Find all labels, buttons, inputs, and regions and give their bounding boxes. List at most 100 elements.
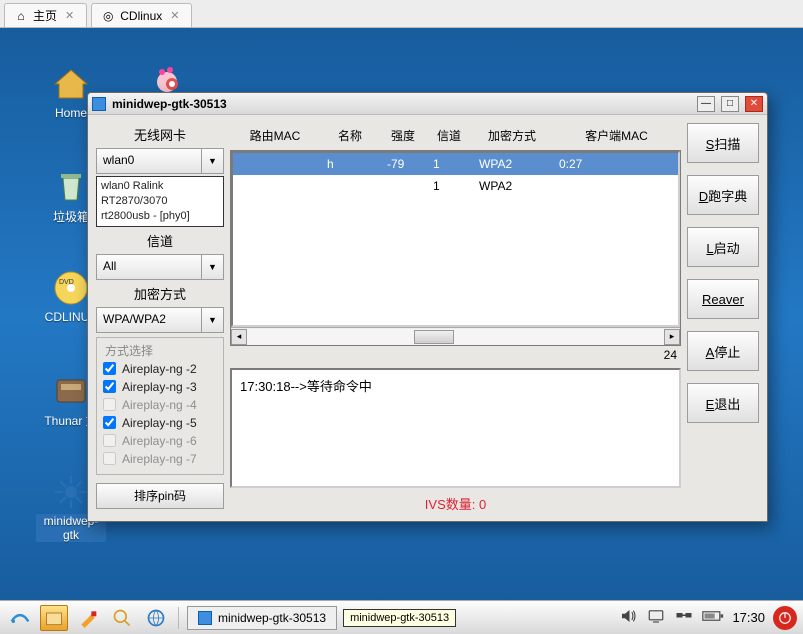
- chevron-down-icon: ▼: [201, 149, 223, 173]
- network-icon[interactable]: [674, 607, 694, 628]
- launch-button[interactable]: L启动: [687, 227, 759, 267]
- exit-button[interactable]: E退出: [687, 383, 759, 423]
- table-row[interactable]: h-791WPA20:27: [233, 153, 678, 175]
- method-label: Aireplay-ng -5: [122, 416, 197, 430]
- cd-icon: ◎: [102, 10, 114, 22]
- search-icon[interactable]: [108, 605, 136, 631]
- close-button[interactable]: ✕: [745, 96, 763, 112]
- cell: -79: [383, 157, 429, 171]
- checkbox[interactable]: [103, 362, 116, 375]
- close-icon[interactable]: ✕: [63, 9, 76, 22]
- right-panel: S扫描 D跑字典 L启动 Reaver A停止 E退出: [687, 123, 759, 513]
- cell: h: [323, 157, 383, 171]
- show-desktop-icon[interactable]: [40, 605, 68, 631]
- wlan-label: 无线网卡: [96, 123, 224, 146]
- clock[interactable]: 17:30: [732, 610, 765, 625]
- editor-icon[interactable]: [74, 605, 102, 631]
- combo-value: WPA/WPA2: [97, 308, 201, 332]
- col-channel: 信道: [426, 127, 472, 144]
- home-icon: ⌂: [15, 10, 27, 22]
- chevron-down-icon: ▼: [201, 255, 223, 279]
- taskbar-app-button[interactable]: minidwep-gtk-30513: [187, 606, 337, 630]
- svg-text:DVD: DVD: [59, 279, 74, 286]
- sort-pin-button[interactable]: 排序pin码: [96, 483, 224, 509]
- table-header: 路由MAC 名称 强度 信道 加密方式 客户端MAC: [230, 123, 681, 150]
- methods-fieldset: 方式选择 Aireplay-ng -2 Aireplay-ng -3 Airepla…: [96, 337, 224, 475]
- dictionary-button[interactable]: D跑字典: [687, 175, 759, 215]
- method-checkbox[interactable]: Aireplay-ng -3: [103, 378, 217, 396]
- cell: 1: [429, 179, 475, 193]
- browser-icon[interactable]: [142, 605, 170, 631]
- thunar-icon: [51, 370, 91, 410]
- scroll-thumb[interactable]: [414, 330, 454, 344]
- stop-button[interactable]: A停止: [687, 331, 759, 371]
- center-panel: 路由MAC 名称 强度 信道 加密方式 客户端MAC h-791WPA20:27…: [230, 123, 681, 513]
- minimize-button[interactable]: —: [697, 96, 715, 112]
- titlebar[interactable]: minidwep-gtk-30513 — □ ✕: [88, 93, 767, 115]
- method-label: Aireplay-ng -4: [122, 398, 197, 412]
- minidwep-icon: [51, 472, 91, 512]
- fieldset-legend: 方式选择: [103, 342, 155, 359]
- system-tray: 17:30: [618, 606, 797, 630]
- channel-label: 信道: [96, 229, 224, 252]
- app-window: minidwep-gtk-30513 — □ ✕ 无线网卡 wlan0▼ wla…: [87, 92, 768, 522]
- method-label: Aireplay-ng -6: [122, 434, 197, 448]
- col-name: 名称: [320, 127, 380, 144]
- scan-button[interactable]: S扫描: [687, 123, 759, 163]
- method-checkbox[interactable]: Aireplay-ng -2: [103, 360, 217, 378]
- checkbox: [103, 398, 116, 411]
- app-icon: [198, 611, 212, 625]
- power-button[interactable]: [773, 606, 797, 630]
- close-icon[interactable]: ✕: [168, 9, 181, 22]
- method-label: Aireplay-ng -7: [122, 452, 197, 466]
- method-checkbox: Aireplay-ng -6: [103, 432, 217, 450]
- separator: [178, 607, 179, 629]
- app-icon: [92, 97, 106, 111]
- method-label: Aireplay-ng -3: [122, 380, 197, 394]
- log-output: 17:30:18-->等待命令中: [230, 368, 681, 488]
- ivs-count: IVS数量: 0: [230, 488, 681, 513]
- method-checkbox[interactable]: Aireplay-ng -5: [103, 414, 217, 432]
- cell: WPA2: [475, 157, 555, 171]
- wlan-dropdown-list[interactable]: wlan0 Ralink RT2870/3070 rt2800usb - [ph…: [96, 176, 224, 227]
- tab-label: CDlinux: [120, 9, 162, 23]
- cell: 1: [429, 157, 475, 171]
- table-body[interactable]: h-791WPA20:271WPA2: [231, 151, 680, 327]
- tab-home[interactable]: ⌂ 主页 ✕: [4, 3, 87, 27]
- table-row[interactable]: 1WPA2: [233, 175, 678, 197]
- scroll-left-icon[interactable]: ◂: [231, 329, 247, 345]
- display-icon[interactable]: [646, 607, 666, 628]
- combo-value: wlan0: [97, 149, 201, 173]
- wlan-combo[interactable]: wlan0▼: [96, 148, 224, 174]
- cd-icon: DVD: [51, 268, 91, 308]
- tab-cdlinux[interactable]: ◎ CDlinux ✕: [91, 3, 192, 27]
- scroll-track[interactable]: [247, 329, 664, 345]
- volume-icon[interactable]: [618, 607, 638, 628]
- taskbar: minidwep-gtk-30513 minidwep-gtk-30513 17…: [0, 600, 803, 634]
- checkbox[interactable]: [103, 416, 116, 429]
- tab-label: 主页: [33, 7, 57, 24]
- col-encryption: 加密方式: [472, 127, 552, 144]
- browser-tabbar: ⌂ 主页 ✕ ◎ CDlinux ✕: [0, 0, 803, 28]
- cell: WPA2: [475, 179, 555, 193]
- start-icon[interactable]: [6, 605, 34, 631]
- cell: 0:27: [555, 157, 678, 171]
- maximize-button[interactable]: □: [721, 96, 739, 112]
- checkbox: [103, 434, 116, 447]
- checkbox[interactable]: [103, 380, 116, 393]
- results-table: h-791WPA20:271WPA2 ◂ ▸: [230, 150, 681, 346]
- encryption-combo[interactable]: WPA/WPA2▼: [96, 307, 224, 333]
- left-panel: 无线网卡 wlan0▼ wlan0 Ralink RT2870/3070 rt2…: [96, 123, 224, 513]
- taskbar-app-label: minidwep-gtk-30513: [218, 611, 326, 625]
- channel-combo[interactable]: All▼: [96, 254, 224, 280]
- trash-icon: [51, 166, 91, 206]
- battery-icon[interactable]: [702, 608, 724, 627]
- method-checkbox: Aireplay-ng -7: [103, 450, 217, 468]
- encryption-label: 加密方式: [96, 282, 224, 305]
- taskbar-tooltip: minidwep-gtk-30513: [343, 609, 456, 627]
- horizontal-scrollbar[interactable]: ◂ ▸: [231, 327, 680, 345]
- col-client-mac: 客户端MAC: [552, 127, 681, 144]
- window-title: minidwep-gtk-30513: [112, 97, 691, 111]
- reaver-button[interactable]: Reaver: [687, 279, 759, 319]
- scroll-right-icon[interactable]: ▸: [664, 329, 680, 345]
